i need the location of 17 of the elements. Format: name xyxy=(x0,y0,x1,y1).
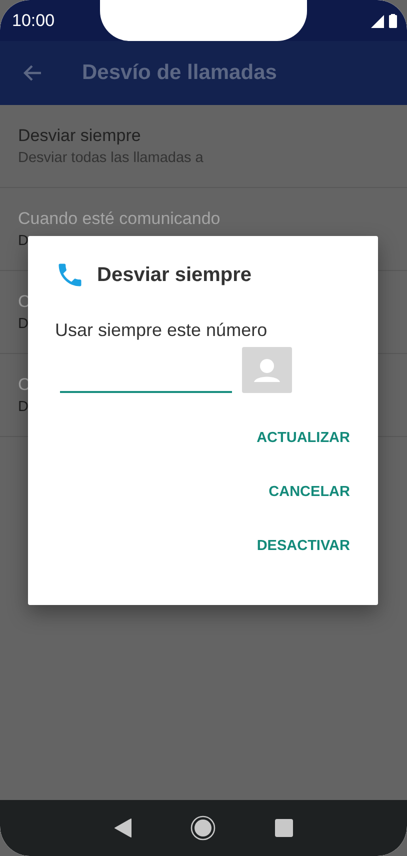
back-arrow-icon[interactable] xyxy=(22,64,42,82)
dialog-button[interactable]: DESACTIVAR xyxy=(248,519,358,573)
screen-title: Desvío de llamadas xyxy=(82,61,277,85)
dialog-button[interactable]: ACTUALIZAR xyxy=(248,411,358,465)
battery-icon xyxy=(389,14,397,28)
item-subtitle: D xyxy=(18,399,28,415)
item-title: Cuando esté comunicando xyxy=(18,209,220,229)
recents-icon[interactable] xyxy=(274,819,293,837)
signal-icon xyxy=(371,14,384,28)
item-title: Desviar siempre xyxy=(18,126,141,146)
home-icon[interactable] xyxy=(190,815,216,841)
status-time: 10:00 xyxy=(12,10,55,30)
item-subtitle: D xyxy=(18,233,28,249)
back-icon[interactable] xyxy=(114,818,132,838)
field-label: Usar siempre este número xyxy=(55,320,268,341)
item-subtitle: D xyxy=(18,316,28,332)
dialog-button[interactable]: CANCELAR xyxy=(260,465,358,519)
